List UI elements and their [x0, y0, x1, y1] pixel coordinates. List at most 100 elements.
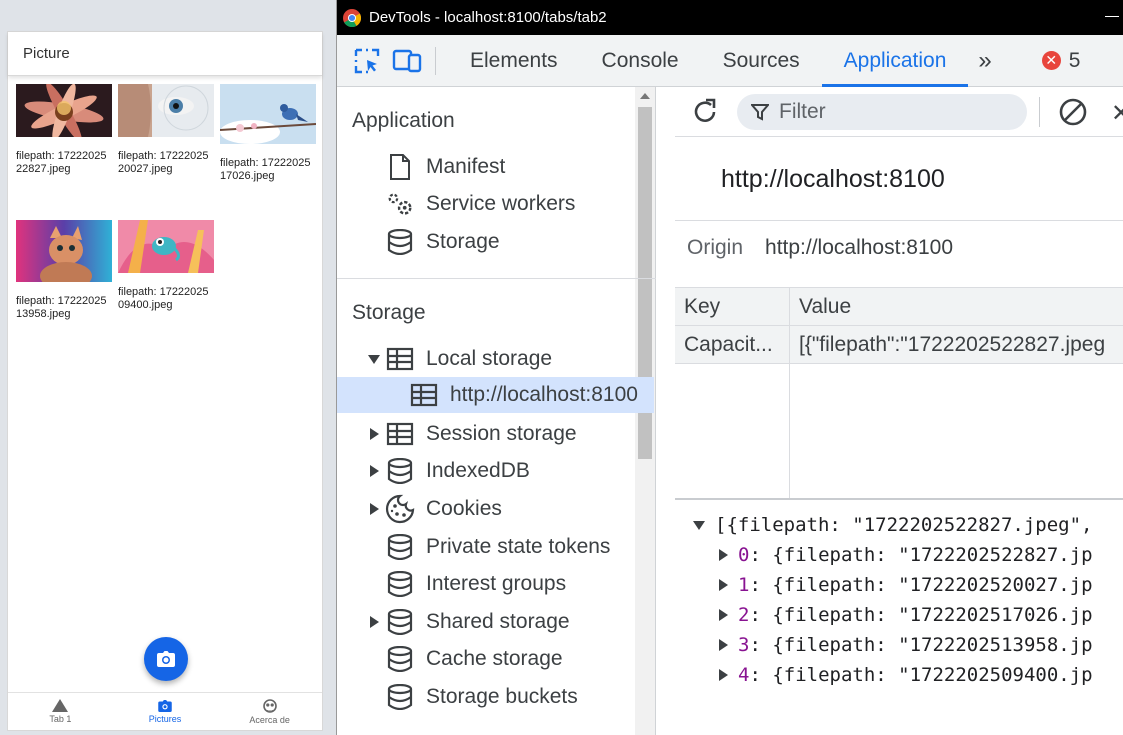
table-row-empty[interactable] — [675, 364, 1123, 402]
photo-thumbnail[interactable] — [118, 84, 214, 137]
device-toolbar-button[interactable] — [387, 41, 427, 81]
filter-funnel-icon — [751, 104, 769, 121]
window-titlebar: DevTools - localhost:8100/tabs/tab2 — [337, 0, 1123, 35]
row-value[interactable] — [790, 364, 1123, 402]
collapsed-triangle-icon[interactable] — [367, 465, 381, 477]
collapsed-triangle-icon[interactable] — [719, 669, 728, 681]
photo-card[interactable]: filepath: 1722202520027.jpeg — [118, 84, 214, 176]
refresh-button[interactable] — [685, 92, 725, 132]
application-sidebar: Application Manifest Service workers Sto… — [337, 87, 656, 735]
devtools-window: DevTools - localhost:8100/tabs/tab2 Elem… — [336, 0, 1123, 735]
collapsed-triangle-icon[interactable] — [367, 503, 381, 515]
photo-thumbnail[interactable] — [220, 84, 316, 144]
table-icon — [409, 381, 439, 409]
tab-acerca-de[interactable]: Acerca de — [217, 693, 322, 730]
photo-card[interactable]: filepath: 1722202513958.jpeg — [16, 220, 112, 321]
sidebar-item-local-storage[interactable]: Local storage — [367, 341, 552, 377]
preview-root-line[interactable]: [{filepath: "1722202522827.jpeg", — [693, 510, 1093, 540]
tab-label: Tab 1 — [49, 714, 72, 724]
inspect-element-button[interactable] — [347, 41, 387, 81]
file-icon — [385, 153, 415, 181]
column-header-key[interactable]: Key — [675, 288, 790, 325]
sidebar-item-cookies[interactable]: Cookies — [367, 491, 502, 527]
app-header: Picture — [8, 32, 322, 76]
column-header-value[interactable]: Value — [790, 288, 1123, 325]
preview-item[interactable]: 3: {filepath: "1722202513958.jp — [719, 630, 1093, 660]
minimize-button[interactable] — [1105, 16, 1119, 17]
sidebar-item-private-state-tokens[interactable]: Private state tokens — [385, 529, 610, 565]
triangle-icon — [52, 699, 69, 712]
sidebar-item-storage[interactable]: Storage — [385, 224, 500, 260]
sidebar-item-manifest[interactable]: Manifest — [385, 149, 505, 185]
error-icon: ✕ — [1041, 51, 1061, 70]
photo-card[interactable]: filepath: 1722202517026.jpeg — [220, 84, 316, 183]
origin-value: http://localhost:8100 — [765, 236, 953, 259]
expanded-triangle-icon[interactable] — [367, 354, 381, 364]
database-icon — [385, 457, 415, 485]
toolbar-separator — [1039, 97, 1040, 127]
window-title: DevTools - localhost:8100/tabs/tab2 — [369, 9, 607, 26]
sidebar-item-storage-buckets[interactable]: Storage buckets — [385, 679, 578, 715]
preview-item[interactable]: 0: {filepath: "1722202522827.jp — [719, 540, 1093, 570]
tab-elements[interactable]: Elements — [448, 35, 580, 87]
collapsed-triangle-icon[interactable] — [719, 579, 728, 591]
clear-circle-slash-icon — [1059, 98, 1087, 126]
filter-box[interactable] — [737, 94, 1027, 130]
device-mode-icon — [392, 49, 422, 72]
photo-caption: filepath: 1722202522827.jpeg — [16, 150, 107, 175]
sidebar-item-service-workers[interactable]: Service workers — [385, 186, 575, 222]
photo-card[interactable]: filepath: 1722202522827.jpeg — [16, 84, 112, 176]
collapsed-triangle-icon[interactable] — [719, 639, 728, 651]
clear-all-button[interactable] — [1053, 92, 1093, 132]
photo-caption: filepath: 1722202509400.jpeg — [118, 286, 209, 311]
photo-card[interactable]: filepath: 1722202509400.jpeg — [118, 220, 214, 312]
sidebar-item-localhost-origin[interactable]: http://localhost:8100 — [337, 377, 654, 413]
error-count: 5 — [1068, 48, 1081, 72]
table-row[interactable]: Capacit... [{"filepath":"1722202522827.j… — [675, 326, 1123, 364]
sidebar-item-session-storage[interactable]: Session storage — [367, 416, 577, 452]
origin-info-row: Origin http://localhost:8100 — [675, 220, 1123, 275]
photo-thumbnail[interactable] — [16, 220, 112, 282]
collapsed-triangle-icon[interactable] — [367, 428, 381, 440]
refresh-icon — [694, 98, 716, 122]
row-value[interactable]: [{"filepath":"1722202522827.jpeg — [790, 326, 1123, 363]
preview-item[interactable]: 1: {filepath: "1722202520027.jp — [719, 570, 1093, 600]
cookie-icon — [385, 494, 415, 524]
expanded-triangle-icon[interactable] — [693, 520, 705, 530]
row-key[interactable]: Capacit... — [675, 326, 790, 363]
database-icon — [385, 570, 415, 598]
sidebar-item-interest-groups[interactable]: Interest groups — [385, 566, 566, 602]
skull-icon — [262, 698, 277, 713]
take-photo-button[interactable] — [144, 637, 188, 681]
close-icon[interactable]: ✕ — [1111, 99, 1123, 128]
collapsed-triangle-icon[interactable] — [719, 549, 728, 561]
tab-pictures[interactable]: Pictures — [113, 693, 218, 730]
tab-sources[interactable]: Sources — [701, 35, 822, 87]
photo-thumbnail[interactable] — [16, 84, 112, 137]
table-header-row: Key Value — [675, 288, 1123, 326]
toolbar-separator — [435, 46, 436, 75]
preview-item[interactable]: 4: {filepath: "1722202509400.jp — [719, 660, 1093, 690]
tab-tab1[interactable]: Tab 1 — [8, 693, 113, 730]
row-key[interactable] — [675, 364, 790, 402]
tab-console[interactable]: Console — [580, 35, 701, 87]
photo-thumbnail[interactable] — [118, 220, 214, 273]
camera-icon — [157, 651, 175, 667]
collapsed-triangle-icon[interactable] — [719, 609, 728, 621]
table-icon — [385, 420, 415, 448]
database-icon — [385, 228, 415, 256]
collapsed-triangle-icon[interactable] — [367, 616, 381, 628]
camera-icon — [158, 699, 172, 712]
scroll-up-arrow-icon[interactable] — [640, 93, 650, 99]
filter-input[interactable] — [779, 100, 999, 124]
sidebar-item-indexeddb[interactable]: IndexedDB — [367, 453, 530, 489]
page-title: Picture — [23, 45, 70, 62]
storage-toolbar: ✕ — [675, 87, 1123, 137]
error-counter[interactable]: ✕ 5 — [1041, 48, 1081, 73]
more-tabs-chevron-icon[interactable]: » — [968, 47, 1001, 75]
tab-application[interactable]: Application — [821, 35, 969, 87]
sidebar-item-shared-storage[interactable]: Shared storage — [367, 604, 570, 640]
sidebar-item-cache-storage[interactable]: Cache storage — [385, 641, 563, 677]
database-icon — [385, 533, 415, 561]
preview-item[interactable]: 2: {filepath: "1722202517026.jp — [719, 600, 1093, 630]
